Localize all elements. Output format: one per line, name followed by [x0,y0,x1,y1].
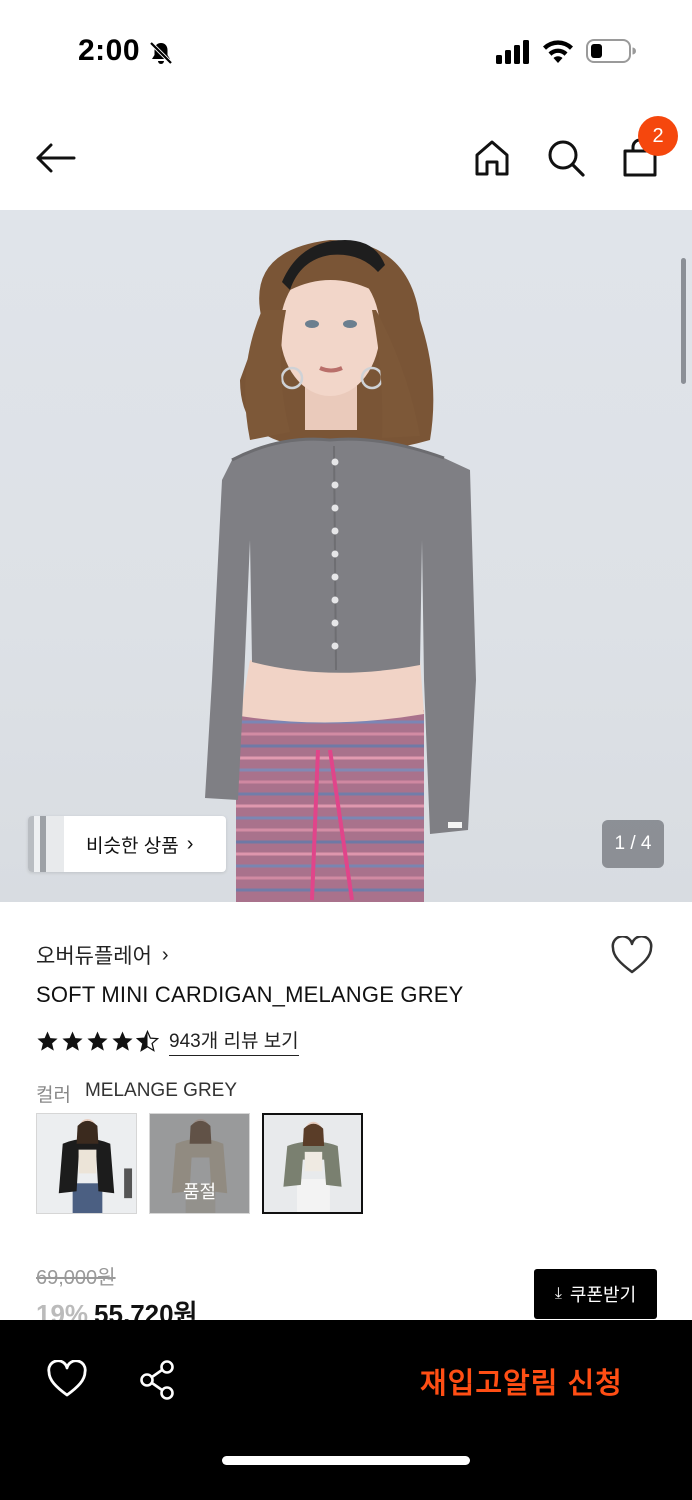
coupon-download-button[interactable]: ⤓ 쿠폰받기 [534,1269,657,1319]
back-arrow-icon[interactable] [34,136,78,180]
product-title: SOFT MINI CARDIGAN_MELANGE GREY [36,982,464,1007]
coupon-button-label: 쿠폰받기 [569,1285,637,1305]
share-icon[interactable] [136,1360,178,1400]
color-value: MELANGE GREY [84,1080,238,1101]
star-icon [87,1030,108,1051]
soldout-label: 품절 [182,1182,217,1202]
battery-icon [586,39,636,63]
restock-alert-button[interactable]: 재입고알림 신청 [420,1360,623,1402]
cart-count-badge: 2 [638,116,678,156]
similar-products-thumbnail [28,816,64,872]
wifi-icon [543,40,573,63]
swatch-black[interactable] [36,1113,137,1214]
heart-icon[interactable] [610,936,654,976]
image-page-counter: 1 / 4 [602,820,664,868]
original-price: 69,000원 [36,1267,116,1289]
status-bar: 2:00 [0,0,692,104]
top-nav: 2 [0,104,692,210]
similar-products-label: 비슷한 상품 [86,835,179,857]
bottom-action-bar: 재입고알림 신청 [0,1320,692,1500]
status-time: 2:00 [78,34,141,67]
star-icon [112,1030,133,1051]
heart-icon[interactable] [46,1360,88,1400]
chevron-right-icon: › [161,943,169,966]
cellular-signal-icon [496,40,529,64]
star-icon [62,1030,83,1051]
star-icon [37,1030,58,1051]
brand-name: 오버듀플레어 [36,945,152,968]
product-image-carousel[interactable]: 비슷한 상품 › 1 / 4 [0,210,692,902]
scroll-indicator [681,258,686,384]
home-indicator [222,1456,470,1465]
home-icon[interactable] [470,136,514,180]
color-row: 컬러 MELANGE GREY [36,1080,237,1107]
color-label: 컬러 [36,1085,71,1106]
color-swatches: 품절 [36,1113,363,1214]
swatch-black-photo [37,1114,136,1213]
brand-link[interactable]: 오버듀플레어 › [36,940,169,970]
half-star-icon [136,1029,159,1052]
bell-slash-icon [149,41,173,65]
rating-row: 943개 리뷰 보기 [36,1026,299,1056]
similar-products-button[interactable]: 비슷한 상품 › [28,816,226,872]
product-photo [205,240,476,902]
swatch-melange-grey[interactable] [262,1113,363,1214]
search-icon[interactable] [544,136,588,180]
review-link[interactable]: 943개 리뷰 보기 [169,1026,299,1056]
star-rating [36,1029,159,1053]
chevron-right-icon: › [186,832,194,855]
swatch-melange-grey-photo [264,1115,361,1212]
swatch-beige[interactable]: 품절 [149,1113,250,1214]
download-icon: ⤓ [554,1285,562,1302]
